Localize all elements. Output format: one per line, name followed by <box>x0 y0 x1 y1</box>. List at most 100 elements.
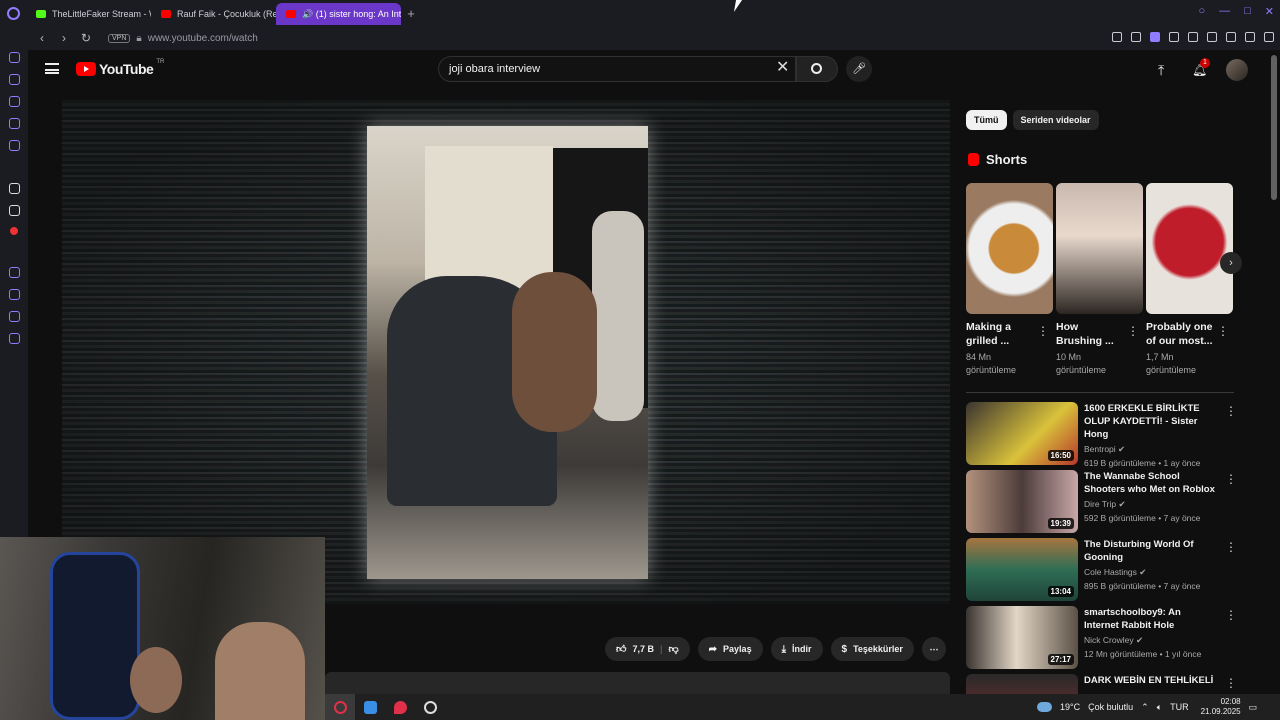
search-input[interactable]: joji obara interview <box>438 56 796 82</box>
more-icon[interactable]: ⋮ <box>1127 324 1139 338</box>
video-frame[interactable] <box>367 126 648 579</box>
channel-name[interactable]: Cole Hastings ✔︎ <box>1084 567 1216 578</box>
minimize-icon[interactable]: — <box>1219 5 1230 18</box>
list-item[interactable]: 27:17 smartschoolboy9: An Internet Rabbi… <box>966 606 1237 674</box>
history-icon[interactable] <box>8 289 20 300</box>
heart-icon[interactable] <box>1188 32 1198 42</box>
channel-name[interactable]: Bentropi ✔︎ <box>1084 444 1216 455</box>
browser-tab[interactable]: Rauf Faik - Çocukluk (Re <box>151 3 276 25</box>
back-icon[interactable]: ‹ <box>34 31 50 45</box>
forward-icon[interactable]: › <box>56 31 72 45</box>
url-field[interactable]: www.youtube.com/watch <box>148 33 258 44</box>
short-thumbnail[interactable] <box>1056 183 1143 314</box>
more-icon[interactable]: ⋮ <box>1217 324 1229 338</box>
aria-icon[interactable] <box>8 74 20 85</box>
video-thumbnail[interactable]: 19:39 <box>966 470 1078 533</box>
list-item[interactable]: 13:04 The Disturbing World Of Gooning Co… <box>966 538 1237 606</box>
player-icon[interactable] <box>1169 32 1179 42</box>
video-title[interactable]: smartschoolboy9: An Internet Rabbit Hole <box>1084 606 1216 632</box>
upload-icon[interactable]: ⤒ <box>1158 63 1172 77</box>
voice-search-button[interactable]: 🎤︎ <box>846 56 872 82</box>
speaker-icon[interactable]: 🔈︎ <box>1157 702 1162 713</box>
short-item[interactable]: Probably one of our most... 1,7 Mn görün… <box>1146 183 1233 377</box>
maximize-icon[interactable]: □ <box>1244 5 1251 18</box>
chip-series[interactable]: Seriden videolar <box>1012 110 1099 130</box>
more-icon[interactable]: ⋮ <box>1037 324 1049 338</box>
short-title[interactable]: Probably one of our most... <box>1146 320 1216 348</box>
video-thumbnail[interactable]: 27:17 <box>966 606 1078 669</box>
download-icon[interactable] <box>1245 32 1255 42</box>
puzzle-icon[interactable] <box>8 311 20 322</box>
short-thumbnail[interactable] <box>1146 183 1233 314</box>
browser-tab-active[interactable]: 🔊 (1) sister hong: An Inte <box>276 3 401 25</box>
video-title[interactable]: 1600 ERKEKLE BİRLİKTE OLUP KAYDETTİ! - S… <box>1084 402 1216 441</box>
hamburger-menu-icon[interactable] <box>45 63 59 74</box>
video-title[interactable]: The Disturbing World Of Gooning <box>1084 538 1216 564</box>
video-thumbnail[interactable]: 16:50 <box>966 402 1078 465</box>
language-indicator[interactable]: TUR <box>1170 702 1189 712</box>
avatar[interactable] <box>1226 59 1248 81</box>
extensions-icon[interactable] <box>1207 32 1217 42</box>
more-icon[interactable]: ⋮ <box>1225 540 1237 554</box>
bookmark-icon[interactable] <box>1112 32 1122 42</box>
like-button[interactable]: 👍︎ 7,7 B | 👎︎ <box>605 637 690 661</box>
chevron-up-icon[interactable]: ⌃ <box>1141 702 1149 713</box>
more-icon[interactable]: ⋮ <box>1225 676 1236 690</box>
chat-icon[interactable] <box>8 118 20 129</box>
taskbar-app[interactable] <box>415 694 445 720</box>
settings-icon[interactable] <box>8 333 20 344</box>
chip-all[interactable]: Tümü <box>966 110 1007 130</box>
channel-name[interactable]: Nick Crowley ✔︎ <box>1084 635 1216 646</box>
play-circle-icon[interactable] <box>8 267 20 278</box>
messenger-icon[interactable] <box>8 96 20 107</box>
channel-name[interactable]: Dire Trip ✔︎ <box>1084 499 1216 510</box>
red-app-icon[interactable] <box>10 227 18 235</box>
list-item[interactable]: 16:50 1600 ERKEKLE BİRLİKTE OLUP KAYDETT… <box>966 402 1237 470</box>
video-title[interactable]: The Wannabe School Shooters who Met on R… <box>1084 470 1216 496</box>
short-title[interactable]: Making a grilled ... <box>966 320 1036 348</box>
youtube-logo[interactable]: YouTube TR <box>76 59 164 77</box>
temperature[interactable]: 19°C <box>1060 702 1080 712</box>
share-button[interactable]: ➦ Paylaş <box>697 637 763 661</box>
taskbar-app[interactable] <box>325 694 355 720</box>
thanks-button[interactable]: $ Teşekkürler <box>830 637 914 661</box>
search-tabs-icon[interactable]: ○ <box>1198 5 1205 18</box>
list-item[interactable]: 19:39 The Wannabe School Shooters who Me… <box>966 470 1237 538</box>
taskbar-app[interactable] <box>385 694 415 720</box>
scrollbar[interactable] <box>1271 55 1277 200</box>
m-icon[interactable] <box>8 140 20 151</box>
search-button[interactable] <box>796 56 838 82</box>
kick-sidebar-icon[interactable] <box>8 183 20 194</box>
more-icon[interactable]: ⋮ <box>1225 404 1237 418</box>
shorts-next-button[interactable]: › <box>1220 252 1242 274</box>
opera-menu-icon[interactable] <box>0 0 26 26</box>
more-icon[interactable]: ⋮ <box>1225 472 1237 486</box>
gamepad-icon[interactable] <box>8 52 20 63</box>
reload-icon[interactable]: ↻ <box>78 31 94 45</box>
more-icon[interactable]: ⋮ <box>1225 608 1237 622</box>
menu-icon[interactable] <box>1264 32 1274 42</box>
short-thumbnail[interactable] <box>966 183 1053 314</box>
x-icon[interactable] <box>8 205 20 216</box>
video-thumbnail[interactable]: 13:04 <box>966 538 1078 601</box>
taskbar-app[interactable] <box>355 694 385 720</box>
download-button[interactable]: ⤓ İndir <box>770 637 823 661</box>
wallet-icon[interactable] <box>1226 32 1236 42</box>
more-actions-button[interactable]: ⋯ <box>921 637 946 661</box>
vpn-badge[interactable]: VPN <box>108 33 131 43</box>
clear-search-icon[interactable]: ✕ <box>776 60 789 76</box>
clock[interactable]: 02:08 21.09.2025 <box>1201 697 1241 717</box>
weather-status[interactable]: Çok bulutlu <box>1088 702 1133 712</box>
notifications-button[interactable]: 🔔︎ 1 <box>1192 58 1210 77</box>
new-tab-button[interactable]: + <box>401 6 421 21</box>
snapshot-icon[interactable] <box>1131 32 1141 42</box>
short-item[interactable]: How Brushing ... 10 Mn görüntüleme ⋮ <box>1056 183 1143 377</box>
video-title[interactable]: DARK WEBİN EN TEHLİKELİ <box>1084 674 1216 687</box>
notification-center-icon[interactable]: ▭ <box>1249 702 1258 713</box>
short-title[interactable]: How Brushing ... <box>1056 320 1126 348</box>
browser-tab[interactable]: TheLittleFaker Stream - W <box>26 3 151 25</box>
shield-icon[interactable] <box>1150 32 1160 42</box>
thumbs-down-icon[interactable]: 👎︎ <box>669 643 679 655</box>
close-icon[interactable]: ✕ <box>1265 5 1274 18</box>
short-item[interactable]: Making a grilled ... 84 Mn görüntüleme ⋮ <box>966 183 1053 377</box>
